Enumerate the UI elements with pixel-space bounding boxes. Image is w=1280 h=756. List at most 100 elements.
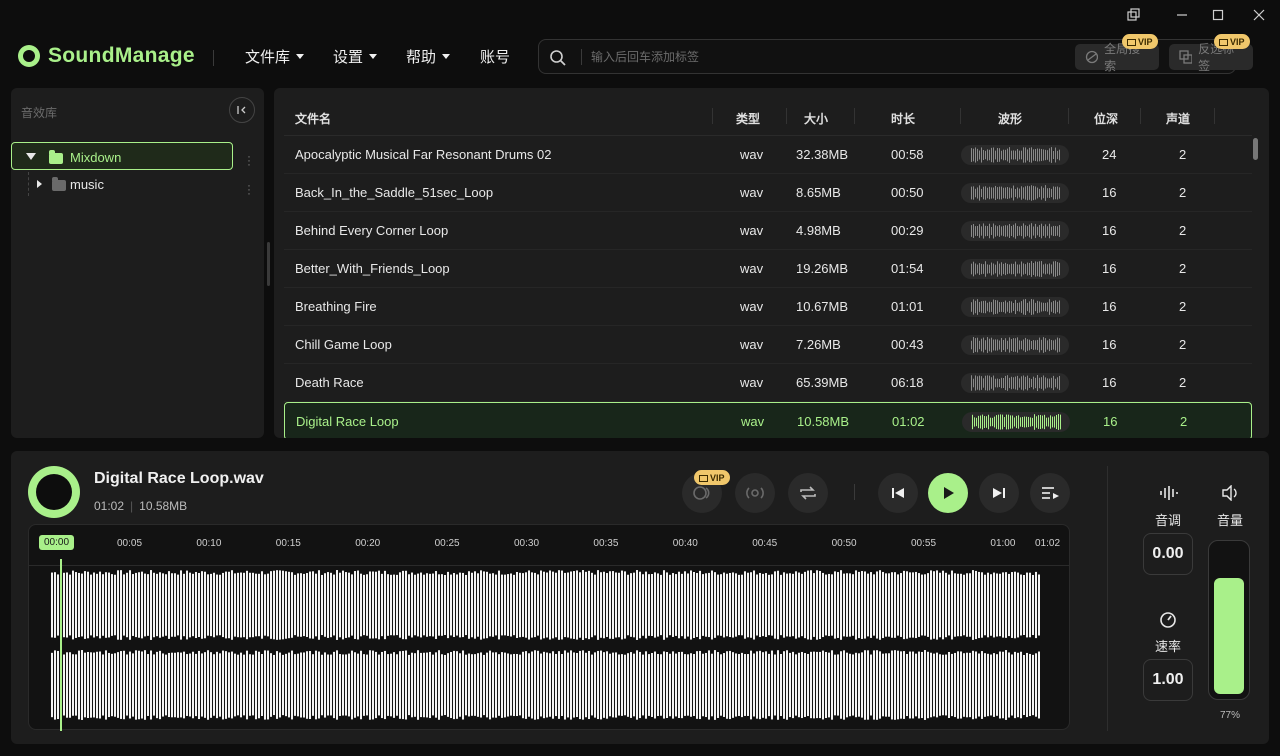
- col-divider: [854, 108, 855, 124]
- cell-filename: Breathing Fire: [295, 299, 377, 314]
- timeline-tick: 00:50: [831, 538, 857, 549]
- col-header-type[interactable]: 类型: [736, 110, 760, 127]
- table-row[interactable]: Death Race wav 65.39MB 06:18 16 2: [284, 364, 1252, 402]
- volume-slider[interactable]: [1208, 540, 1250, 700]
- table-row[interactable]: Chill Game Loop wav 7.26MB 00:43 16 2: [284, 326, 1252, 364]
- table-row[interactable]: Better_With_Friends_Loop wav 19.26MB 01:54 1…: [284, 250, 1252, 288]
- timeline-tick: 01:00: [990, 538, 1016, 549]
- cell-bitdepth: 16: [1102, 185, 1117, 200]
- menu-account[interactable]: 账号: [480, 46, 510, 67]
- expand-caret-icon[interactable]: [37, 180, 42, 188]
- stereo-button[interactable]: [735, 473, 775, 513]
- cell-bitdepth: 24: [1102, 147, 1117, 162]
- meta-separator: |: [130, 499, 134, 513]
- tree-item-label: music: [70, 177, 104, 192]
- col-header-duration[interactable]: 时长: [891, 110, 915, 127]
- tree-item-music[interactable]: music: [11, 174, 233, 196]
- cell-type: wav: [740, 337, 764, 352]
- mini-waveform: [961, 297, 1069, 317]
- collapse-icon: [237, 106, 246, 114]
- previous-button[interactable]: [878, 473, 918, 513]
- mini-waveform: [961, 259, 1069, 279]
- rate-control: 速率: [1144, 611, 1192, 655]
- col-divider: [1140, 108, 1141, 124]
- sidebar-title: 音效库: [21, 106, 58, 120]
- mini-waveform: [961, 221, 1069, 241]
- more-options-icon[interactable]: · · ·: [246, 179, 252, 199]
- cell-type: wav: [740, 375, 764, 390]
- sidebar-panel: 音效库 Mixdown · · · music · · ·: [11, 88, 264, 438]
- track-title: Digital Race Loop.wav: [94, 470, 264, 487]
- chevron-down-icon: [296, 54, 305, 59]
- close-icon[interactable]: [1245, 4, 1273, 26]
- volume-control: 音量: [1206, 484, 1254, 529]
- cell-size: 65.39MB: [796, 375, 849, 390]
- waveform-panel[interactable]: 00:00 00:05 00:10 00:15 00:20 00:25 00:30 00:3…: [28, 524, 1070, 731]
- table-row[interactable]: Digital Race Loop wav 10.58MB 01:02 16 2: [284, 402, 1252, 438]
- current-time: 00:00: [39, 535, 75, 550]
- cell-size: 19.26MB: [796, 261, 849, 276]
- playhead[interactable]: [60, 559, 62, 731]
- table-row[interactable]: Back_In_the_Saddle_51sec_Loop wav 8.65MB 00…: [284, 174, 1252, 212]
- cell-size: 7.26MB: [796, 337, 841, 352]
- tag-search-input[interactable]: [591, 46, 1051, 68]
- restore-window-icon[interactable]: [1120, 4, 1148, 26]
- cell-duration: 06:18: [891, 375, 924, 390]
- scrollbar[interactable]: [1253, 138, 1258, 160]
- cell-filename: Behind Every Corner Loop: [295, 223, 449, 238]
- table-row[interactable]: Behind Every Corner Loop wav 4.98MB 00:29 16…: [284, 212, 1252, 250]
- table-row[interactable]: Apocalyptic Musical Far Resonant Drums 0…: [284, 136, 1252, 174]
- cell-channels: 2: [1179, 337, 1187, 352]
- col-header-size[interactable]: 大小: [804, 110, 828, 127]
- expand-caret-icon[interactable]: [26, 153, 36, 160]
- play-button[interactable]: [928, 473, 968, 513]
- cell-size: 8.65MB: [796, 185, 841, 200]
- rate-value-field[interactable]: 1.00: [1143, 659, 1193, 701]
- playlist-button[interactable]: [1030, 473, 1070, 513]
- app-logo: SoundManage: [18, 44, 195, 68]
- minimize-icon[interactable]: [1168, 4, 1196, 26]
- stereo-icon: [746, 487, 764, 499]
- search-icon[interactable]: [549, 49, 567, 72]
- menu-account-label: 账号: [480, 49, 511, 66]
- col-header-bitdepth[interactable]: 位深: [1094, 110, 1118, 127]
- col-header-name[interactable]: 文件名: [295, 110, 331, 127]
- timeline-tick: 00:45: [752, 538, 778, 549]
- controls-divider: [854, 484, 855, 500]
- waveform[interactable]: [49, 565, 1049, 729]
- col-header-waveform[interactable]: 波形: [998, 110, 1022, 127]
- mini-waveform: [962, 412, 1070, 432]
- collapse-sidebar-button[interactable]: [229, 97, 255, 123]
- menu-help[interactable]: 帮助: [406, 46, 451, 67]
- timeline-tick: 00:55: [911, 538, 937, 549]
- track-meta: 01:02 | 10.58MB: [94, 499, 187, 513]
- cell-bitdepth: 16: [1102, 223, 1117, 238]
- more-options-icon[interactable]: · · ·: [246, 150, 252, 170]
- mini-waveform: [961, 145, 1069, 165]
- pitch-value-field[interactable]: 0.00: [1143, 533, 1193, 575]
- next-button[interactable]: [979, 473, 1019, 513]
- resize-handle[interactable]: [267, 242, 270, 286]
- maximize-icon[interactable]: [1204, 4, 1232, 26]
- table-row[interactable]: Breathing Fire wav 10.67MB 01:01 16 2: [284, 288, 1252, 326]
- cell-type: wav: [740, 261, 764, 276]
- tree-item-mixdown[interactable]: Mixdown: [11, 142, 233, 170]
- cell-bitdepth: 16: [1102, 261, 1117, 276]
- tree-item-label: Mixdown: [70, 150, 122, 165]
- menu-library[interactable]: 文件库: [245, 46, 305, 67]
- cell-channels: 2: [1179, 147, 1187, 162]
- repeat-button[interactable]: [788, 473, 828, 513]
- player-panel: Digital Race Loop.wav 01:02 | 10.58MB VI…: [11, 451, 1269, 744]
- col-header-channels[interactable]: 声道: [1166, 110, 1190, 127]
- menu-help-label: 帮助: [406, 49, 437, 66]
- volume-fill: [1214, 578, 1244, 694]
- controls-separator: [1107, 466, 1108, 731]
- cell-filename: Chill Game Loop: [295, 337, 392, 352]
- app-name: SoundManage: [48, 44, 195, 67]
- cell-type: wav: [741, 414, 765, 429]
- menu-settings[interactable]: 设置: [333, 46, 378, 67]
- vip-icon: [1219, 38, 1228, 46]
- cell-channels: 2: [1179, 299, 1187, 314]
- volume-icon: [1222, 484, 1237, 502]
- timeline-tick: 00:20: [355, 538, 381, 549]
